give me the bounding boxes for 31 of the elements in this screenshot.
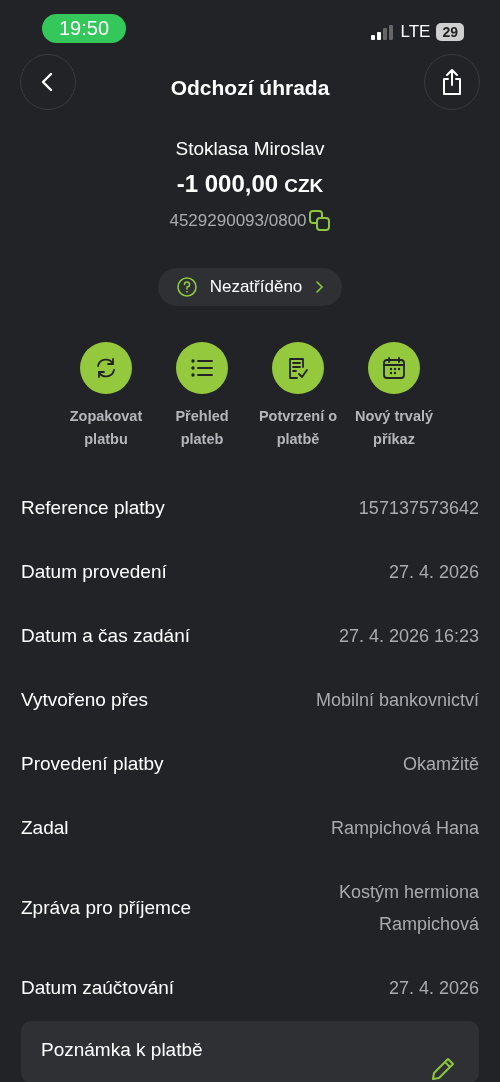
detail-value: 27. 4. 2026 <box>388 977 479 1000</box>
action-button[interactable]: Nový trvalý příkaz <box>349 342 439 451</box>
detail-label: Datum a čas zadání <box>21 625 190 647</box>
battery-indicator: 29 <box>436 23 464 41</box>
detail-label: Datum zaúčtování <box>21 977 175 999</box>
action-button[interactable]: Potvrzení o platbě <box>253 342 343 451</box>
detail-label: Zpráva pro příjemce <box>21 897 191 919</box>
network-label: LTE <box>400 22 431 42</box>
detail-value: Kostým hermiona Rampichová <box>337 881 479 936</box>
detail-value: 157137573642 <box>358 497 479 520</box>
account-number: 4529290093/0800 <box>169 211 307 231</box>
detail-value: 27. 4. 2026 16:23 <box>338 625 479 648</box>
detail-value: Okamžitě <box>402 753 479 776</box>
screen-title: Odchozí úhrada <box>170 76 330 100</box>
detail-value: 27. 4. 2026 <box>388 561 479 584</box>
currency: CZK <box>284 175 324 197</box>
detail-value: Rampichová Hana <box>330 817 479 840</box>
status-time: 19:50 <box>42 13 127 43</box>
detail-value: Mobilní bankovnictví <box>315 689 479 712</box>
amount: -1 000,00 <box>176 170 279 198</box>
note-card[interactable]: Poznámka k platbě <box>21 1021 479 1082</box>
detail-label: Provedení platby <box>21 753 164 775</box>
detail-label: Datum provedení <box>21 561 167 583</box>
counterparty-name: Stoklasa Miroslav <box>175 138 325 160</box>
action-button[interactable]: Přehled plateb <box>157 342 247 451</box>
detail-label: Reference platby <box>21 497 165 519</box>
category-chip[interactable]: Nezatříděno <box>157 268 343 306</box>
note-title: Poznámka k platbě <box>41 1039 203 1060</box>
detail-label: Zadal <box>21 817 69 839</box>
detail-label: Vytvořeno přes <box>21 689 149 711</box>
action-button[interactable]: Zopakovat platbu <box>61 342 151 451</box>
